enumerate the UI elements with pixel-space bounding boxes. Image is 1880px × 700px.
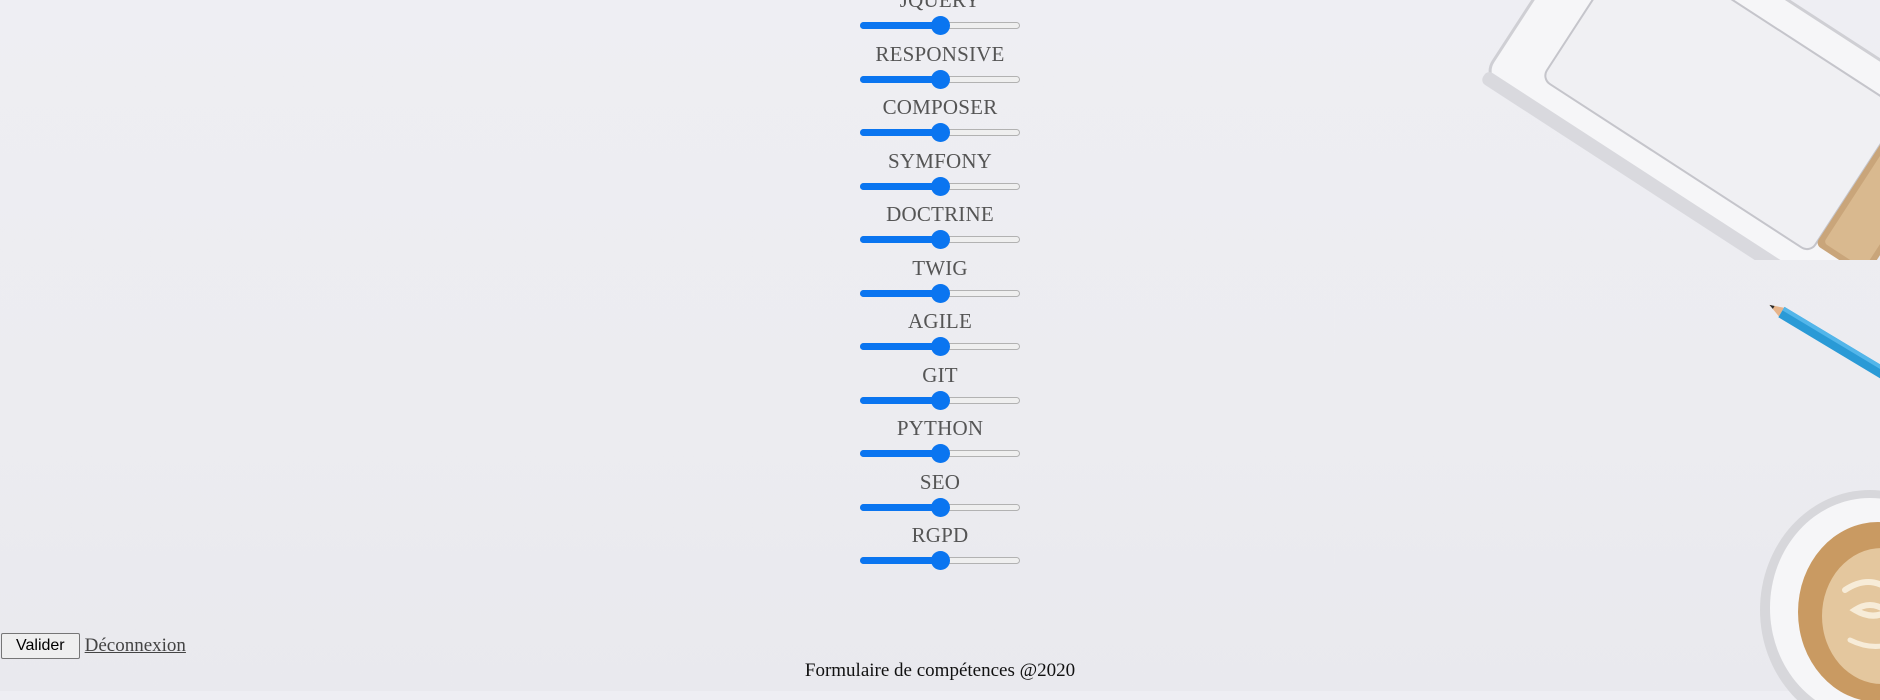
skill-row: RESPONSIVE xyxy=(840,42,1040,96)
skill-label: COMPOSER xyxy=(882,95,998,119)
skill-slider[interactable] xyxy=(860,497,1020,517)
skill-row: AGILE xyxy=(840,309,1040,363)
slider-fill xyxy=(860,343,940,350)
logout-link[interactable]: Déconnexion xyxy=(85,635,186,657)
slider-fill xyxy=(860,450,940,457)
skill-row: SEO xyxy=(840,470,1040,524)
slider-fill xyxy=(860,236,940,243)
slider-fill xyxy=(860,22,940,29)
skill-row: PYTHON xyxy=(840,416,1040,470)
skill-label: SEO xyxy=(919,469,961,494)
footer-text: Formulaire de compétences @2020 xyxy=(804,660,1076,681)
slider-thumb[interactable] xyxy=(930,16,950,35)
skill-row: SYMFONY xyxy=(840,149,1040,203)
skill-slider[interactable] xyxy=(860,390,1020,410)
skill-label: RESPONSIVE xyxy=(875,41,1005,66)
slider-fill xyxy=(860,182,940,190)
slider-thumb[interactable] xyxy=(930,444,950,463)
laptop-decoration xyxy=(1440,0,1880,260)
skill-label: PYTHON xyxy=(896,416,984,440)
slider-thumb[interactable] xyxy=(930,497,950,517)
slider-fill xyxy=(860,289,940,297)
skill-label: TWIG xyxy=(912,255,968,280)
slider-thumb[interactable] xyxy=(930,551,950,570)
slider-thumb[interactable] xyxy=(930,390,950,410)
skill-label: JQUERY xyxy=(899,0,981,12)
skill-slider[interactable] xyxy=(860,69,1020,89)
skill-slider[interactable] xyxy=(860,176,1020,196)
skill-row: JQUERY xyxy=(840,0,1040,42)
skill-row: DOCTRINE xyxy=(840,202,1040,256)
skill-slider[interactable] xyxy=(860,336,1020,356)
slider-fill xyxy=(860,396,940,404)
slider-thumb[interactable] xyxy=(930,69,950,89)
pencil-decoration xyxy=(1768,300,1880,400)
skill-slider[interactable] xyxy=(860,550,1020,570)
slider-fill xyxy=(860,75,940,83)
skill-row: GIT xyxy=(840,363,1040,417)
skill-slider[interactable] xyxy=(860,443,1020,463)
skill-slider[interactable] xyxy=(860,15,1020,35)
slider-thumb[interactable] xyxy=(930,123,950,142)
slider-thumb[interactable] xyxy=(930,176,950,196)
slider-fill xyxy=(860,129,940,136)
skill-label: DOCTRINE xyxy=(886,202,994,226)
form-actions: Valider Déconnexion xyxy=(1,633,186,659)
skill-label: AGILE xyxy=(908,309,972,333)
skill-row: TWIG xyxy=(840,256,1040,310)
slider-thumb[interactable] xyxy=(930,283,950,303)
slider-fill xyxy=(860,557,940,564)
skill-row: COMPOSER xyxy=(840,95,1040,149)
skills-list: JQUERY RESPONSIVE COMPOSER SYMFONY DOCTRINE T… xyxy=(840,0,1040,577)
skill-label: RGPD xyxy=(911,523,969,547)
skill-slider[interactable] xyxy=(860,283,1020,303)
submit-button[interactable]: Valider xyxy=(1,633,80,659)
skill-label: SYMFONY xyxy=(887,148,993,173)
skill-slider[interactable] xyxy=(860,229,1020,249)
skill-slider[interactable] xyxy=(860,122,1020,142)
skill-label: GIT xyxy=(922,362,958,387)
skill-row: RGPD xyxy=(840,523,1040,577)
slider-fill xyxy=(860,503,940,511)
slider-thumb[interactable] xyxy=(930,337,950,356)
slider-thumb[interactable] xyxy=(930,230,950,249)
